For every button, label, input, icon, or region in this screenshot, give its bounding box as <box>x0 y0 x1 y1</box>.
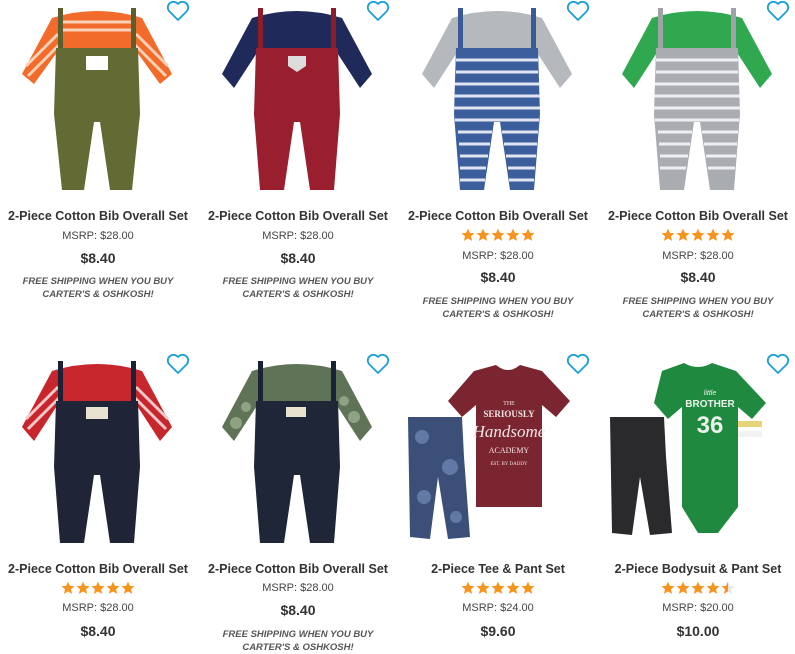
tee-graphic-text: SERIOUSLY <box>483 409 535 419</box>
promo-line: CARTER'S & OSHKOSH! <box>442 309 554 320</box>
star-icon <box>61 581 75 595</box>
star-icon <box>676 228 690 242</box>
promo-line: CARTER'S & OSHKOSH! <box>242 642 354 653</box>
star-icon <box>661 581 675 595</box>
star-icon <box>506 228 520 242</box>
msrp: MSRP: $28.00 <box>262 582 334 594</box>
rating-stars[interactable] <box>600 581 795 597</box>
product-title[interactable]: 2-Piece Bodysuit & Pant Set <box>600 562 795 576</box>
bodysuit-graphic-text: 36 <box>697 412 724 439</box>
heart-icon[interactable] <box>566 353 590 375</box>
free-shipping-promo: FREE SHIPPING WHEN YOU BUY CARTER'S & OS… <box>400 295 596 321</box>
price: $8.40 <box>480 269 516 285</box>
heart-icon[interactable] <box>366 0 390 22</box>
heart-icon[interactable] <box>166 0 190 22</box>
price: $8.40 <box>280 250 316 266</box>
msrp: MSRP: $28.00 <box>62 602 134 614</box>
star-icon <box>721 581 735 595</box>
msrp: MSRP: $28.00 <box>462 250 534 262</box>
star-icon <box>106 581 120 595</box>
promo-line: FREE SHIPPING WHEN YOU BUY <box>622 296 774 307</box>
star-icon <box>676 581 690 595</box>
star-icon <box>491 228 505 242</box>
price: $8.40 <box>680 269 716 285</box>
product-image[interactable] <box>200 0 396 200</box>
price: $8.40 <box>80 250 116 266</box>
heart-icon[interactable] <box>766 353 790 375</box>
promo-line: CARTER'S & OSHKOSH! <box>42 289 154 300</box>
star-icon <box>76 581 90 595</box>
heart-icon[interactable] <box>366 353 390 375</box>
star-icon <box>706 581 720 595</box>
product-image[interactable] <box>400 0 596 200</box>
price: $8.40 <box>280 602 316 618</box>
product-image[interactable] <box>0 0 196 200</box>
star-icon <box>721 228 735 242</box>
promo-line: FREE SHIPPING WHEN YOU BUY <box>22 276 174 287</box>
star-icon <box>491 581 505 595</box>
product-title[interactable]: 2-Piece Cotton Bib Overall Set <box>0 209 196 223</box>
star-icon <box>706 228 720 242</box>
star-icon <box>521 228 535 242</box>
promo-line: FREE SHIPPING WHEN YOU BUY <box>422 296 574 307</box>
product-title[interactable]: 2-Piece Tee & Pant Set <box>400 562 596 576</box>
product-title[interactable]: 2-Piece Cotton Bib Overall Set <box>600 209 795 223</box>
msrp: MSRP: $28.00 <box>662 250 734 262</box>
free-shipping-promo: FREE SHIPPING WHEN YOU BUY CARTER'S & OS… <box>200 628 396 654</box>
free-shipping-promo: FREE SHIPPING WHEN YOU BUY CARTER'S & OS… <box>200 275 396 301</box>
product-title[interactable]: 2-Piece Cotton Bib Overall Set <box>200 209 396 223</box>
product-image[interactable] <box>200 353 396 553</box>
product-title[interactable]: 2-Piece Cotton Bib Overall Set <box>200 562 396 576</box>
rating-stars[interactable] <box>0 581 196 597</box>
product-title[interactable]: 2-Piece Cotton Bib Overall Set <box>400 209 596 223</box>
product-grid: 2-Piece Cotton Bib Overall Set MSRP: $28… <box>0 0 795 653</box>
star-icon <box>461 581 475 595</box>
product-image[interactable]: little BROTHER 36 <box>600 353 795 553</box>
bodysuit-graphic-text: BROTHER <box>685 399 735 410</box>
tee-graphic-text: ACADEMY <box>489 446 530 455</box>
product-title[interactable]: 2-Piece Cotton Bib Overall Set <box>0 562 196 576</box>
star-icon <box>91 581 105 595</box>
tee-graphic-text: EST. BY DADDY <box>490 462 527 467</box>
heart-icon[interactable] <box>766 0 790 22</box>
star-icon <box>461 228 475 242</box>
promo-line: FREE SHIPPING WHEN YOU BUY <box>222 276 374 287</box>
price: $10.00 <box>676 623 720 639</box>
star-icon <box>476 581 490 595</box>
rating-stars[interactable] <box>400 228 596 244</box>
bodysuit-graphic-text: little <box>704 390 717 397</box>
msrp: MSRP: $24.00 <box>462 602 534 614</box>
msrp: MSRP: $28.00 <box>62 230 134 242</box>
product-image[interactable] <box>600 0 795 200</box>
star-icon <box>506 581 520 595</box>
price: $8.40 <box>80 623 116 639</box>
promo-line: CARTER'S & OSHKOSH! <box>242 289 354 300</box>
free-shipping-promo: FREE SHIPPING WHEN YOU BUY CARTER'S & OS… <box>600 295 795 321</box>
rating-stars[interactable] <box>600 228 795 244</box>
product-image[interactable] <box>0 353 196 553</box>
msrp: MSRP: $20.00 <box>662 602 734 614</box>
tee-graphic-text: THE <box>503 401 515 407</box>
msrp: MSRP: $28.00 <box>262 230 334 242</box>
rating-stars[interactable] <box>400 581 596 597</box>
star-icon <box>476 228 490 242</box>
promo-line: FREE SHIPPING WHEN YOU BUY <box>222 629 374 640</box>
heart-icon[interactable] <box>166 353 190 375</box>
star-icon <box>521 581 535 595</box>
promo-line: CARTER'S & OSHKOSH! <box>642 309 754 320</box>
price: $9.60 <box>480 623 516 639</box>
star-icon <box>121 581 135 595</box>
star-icon <box>691 581 705 595</box>
star-icon <box>661 228 675 242</box>
free-shipping-promo: FREE SHIPPING WHEN YOU BUY CARTER'S & OS… <box>0 275 196 301</box>
heart-icon[interactable] <box>566 0 590 22</box>
star-icon <box>691 228 705 242</box>
product-image[interactable]: THE SERIOUSLY Handsome ACADEMY EST. BY D… <box>400 353 596 553</box>
tee-graphic-text: Handsome <box>472 422 546 441</box>
